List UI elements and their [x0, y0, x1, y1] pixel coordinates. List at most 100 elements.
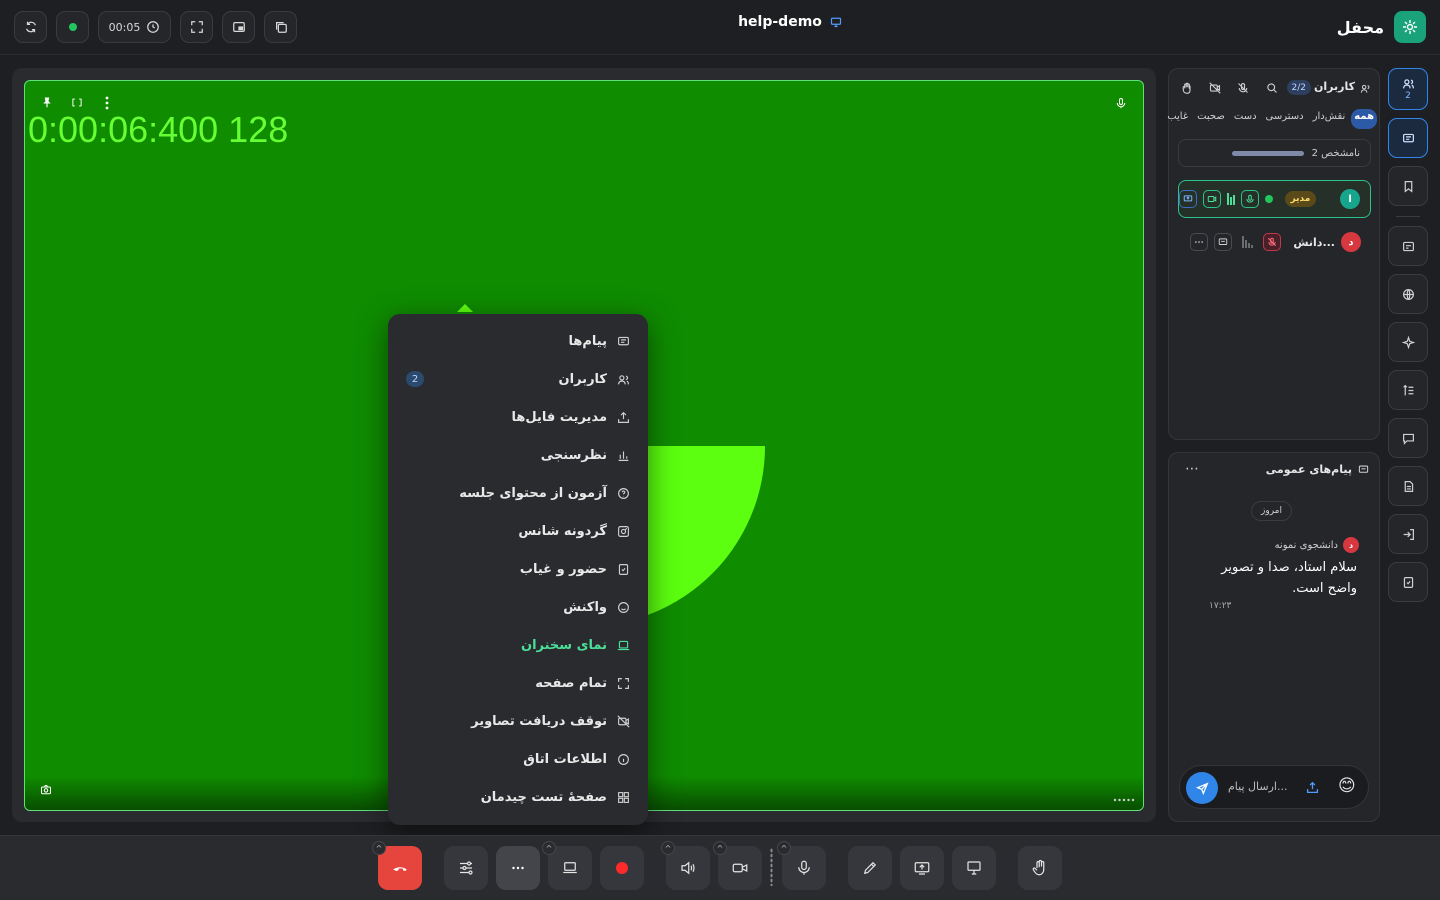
- filter-tab-hand[interactable]: دست: [1231, 109, 1260, 129]
- connection-status-button[interactable]: [56, 11, 89, 43]
- rail-bookmark-button[interactable]: [1388, 166, 1428, 206]
- filter-tab-access[interactable]: دسترسی: [1263, 109, 1307, 129]
- resize-handle-icon[interactable]: [1113, 798, 1135, 802]
- rail-exit-button[interactable]: [1388, 514, 1428, 554]
- more-vertical-icon[interactable]: [103, 96, 111, 110]
- users-icon: [618, 374, 629, 384]
- upload-icon[interactable]: [1306, 781, 1319, 794]
- rail-globe-button[interactable]: [1388, 274, 1428, 314]
- rail-ai-button[interactable]: [1388, 322, 1428, 362]
- filter-tab-speaking[interactable]: صحبت: [1194, 109, 1228, 129]
- menu-item-stop-receiving-video[interactable]: توقف دریافت تصاویر: [388, 702, 648, 740]
- leave-options-chevron-icon[interactable]: ^: [372, 841, 386, 855]
- leave-call-button[interactable]: [378, 846, 422, 890]
- rail-comments-button[interactable]: [1388, 418, 1428, 458]
- message-icon: [1402, 133, 1414, 142]
- refresh-button[interactable]: [14, 11, 47, 43]
- chat-input-bar: ارسال پیام... 😊: [1179, 765, 1369, 809]
- menu-item-users[interactable]: 2 کاربران: [388, 360, 648, 398]
- record-button[interactable]: [600, 846, 644, 890]
- audio-level-icon: [1226, 193, 1235, 205]
- screen-share-icon: [830, 17, 842, 28]
- share-screen-button[interactable]: [900, 846, 944, 890]
- search-icon[interactable]: [1266, 82, 1278, 94]
- rail-chat-button[interactable]: [1388, 118, 1428, 158]
- menu-item-attendance[interactable]: حضور و غیاب: [388, 550, 648, 588]
- camera-options-chevron-icon[interactable]: ^: [713, 841, 727, 855]
- hand-icon: [1032, 859, 1045, 876]
- menu-item-label: مدیریت فایل‌ها: [511, 409, 607, 425]
- menu-item-poll[interactable]: نظرسنجی: [388, 436, 648, 474]
- online-dot-icon: [1264, 195, 1273, 203]
- drag-handle-icon[interactable]: [770, 848, 773, 886]
- screen-share-icon: [914, 862, 930, 875]
- avatar: ا: [1340, 189, 1360, 209]
- filter-tab-all[interactable]: همه: [1351, 109, 1377, 129]
- expand-icon[interactable]: [71, 97, 83, 108]
- menu-item-layout-test-page[interactable]: صفحهٔ تست چیدمان: [388, 778, 648, 816]
- avatar: د: [1343, 537, 1359, 553]
- menu-item-fullscreen[interactable]: تمام صفحه: [388, 664, 648, 702]
- chart-icon: [618, 450, 629, 461]
- user-row[interactable]: مدیر ا: [1178, 180, 1371, 218]
- pin-icon[interactable]: [41, 96, 53, 108]
- mute-all-icon[interactable]: [1237, 82, 1249, 94]
- mic-options-chevron-icon[interactable]: ^: [777, 841, 791, 855]
- raise-hand-button[interactable]: [1018, 846, 1062, 890]
- private-message-button[interactable]: [1214, 233, 1233, 251]
- rail-attendance-button[interactable]: [1388, 562, 1428, 602]
- more-horizontal-icon: [512, 866, 524, 870]
- mic-muted-toggle[interactable]: [1263, 233, 1282, 251]
- copy-button[interactable]: [264, 11, 297, 43]
- menu-item-file-management[interactable]: مدیریت فایل‌ها: [388, 398, 648, 436]
- whiteboard-button[interactable]: [848, 846, 892, 890]
- top-bar: 00:05 help-demo محفل: [0, 0, 1440, 55]
- rail-users-button[interactable]: 2: [1388, 68, 1428, 110]
- users-filter-tabs: غایب صحبت دست دسترسی نقش‌دار همه: [1167, 109, 1377, 129]
- menu-item-label: گردونه شانس: [518, 523, 607, 539]
- filter-tab-absent[interactable]: غایب: [1164, 109, 1191, 129]
- public-chat-panel: پیام‌های عمومی ⋯ امروز دانشجوی نمونه د س…: [1168, 452, 1380, 822]
- fullscreen-button[interactable]: [180, 11, 213, 43]
- more-options-menu: پیام‌ها 2 کاربران مدیریت فایل‌ها نظرسنجی…: [388, 314, 648, 825]
- more-options-button[interactable]: [1190, 233, 1209, 251]
- layout-button[interactable]: [548, 846, 592, 890]
- message-icon: [618, 336, 629, 345]
- copy-icon: [275, 22, 287, 33]
- layout-options-chevron-icon[interactable]: ^: [542, 841, 556, 855]
- picture-in-picture-button[interactable]: [222, 11, 255, 43]
- menu-item-quiz[interactable]: آزمون از محتوای جلسه: [388, 474, 648, 512]
- screen-share-toggle[interactable]: [1179, 190, 1197, 208]
- lower-hands-icon[interactable]: [1181, 82, 1193, 94]
- info-icon: [618, 753, 629, 765]
- menu-item-reaction[interactable]: واکنش: [388, 588, 648, 626]
- chat-more-button[interactable]: ⋯: [1185, 461, 1199, 477]
- mic-toggle[interactable]: [1240, 190, 1259, 208]
- rail-document-button[interactable]: [1388, 466, 1428, 506]
- menu-item-messages[interactable]: پیام‌ها: [388, 322, 648, 360]
- user-row[interactable]: دانش... د: [1178, 223, 1371, 261]
- volume-icon: [681, 861, 695, 875]
- unknown-users-group[interactable]: 2 نامشخص: [1178, 139, 1371, 167]
- speaker-options-chevron-icon[interactable]: ^: [661, 841, 675, 855]
- chat-title: پیام‌های عمومی: [1266, 463, 1369, 476]
- menu-item-wheel-of-fortune[interactable]: گردونه شانس: [388, 512, 648, 550]
- emoji-icon[interactable]: 😊: [1338, 776, 1356, 796]
- rail-list-button[interactable]: [1388, 370, 1428, 410]
- menu-item-speaker-view[interactable]: نمای سخنران: [388, 626, 648, 664]
- rail-captions-button[interactable]: [1388, 226, 1428, 266]
- camera-toggle[interactable]: [1202, 190, 1221, 208]
- presentation-button[interactable]: [952, 846, 996, 890]
- chat-input[interactable]: ارسال پیام...: [1228, 780, 1287, 793]
- camera-snapshot-icon[interactable]: [40, 784, 52, 796]
- more-button[interactable]: [496, 846, 540, 890]
- menu-item-room-info[interactable]: اطلاعات اتاق: [388, 740, 648, 778]
- menu-item-label: کاربران: [558, 371, 607, 387]
- users-panel: کاربران 2/2 غایب صحبت دست دسترسی نقش‌دار…: [1167, 68, 1380, 440]
- settings-button[interactable]: [444, 846, 488, 890]
- brand-logo-icon: [1394, 11, 1426, 43]
- video-off-icon[interactable]: [1209, 82, 1221, 94]
- camera-icon: [732, 863, 748, 873]
- send-button[interactable]: [1186, 772, 1218, 804]
- filter-tab-role[interactable]: نقش‌دار: [1310, 109, 1349, 129]
